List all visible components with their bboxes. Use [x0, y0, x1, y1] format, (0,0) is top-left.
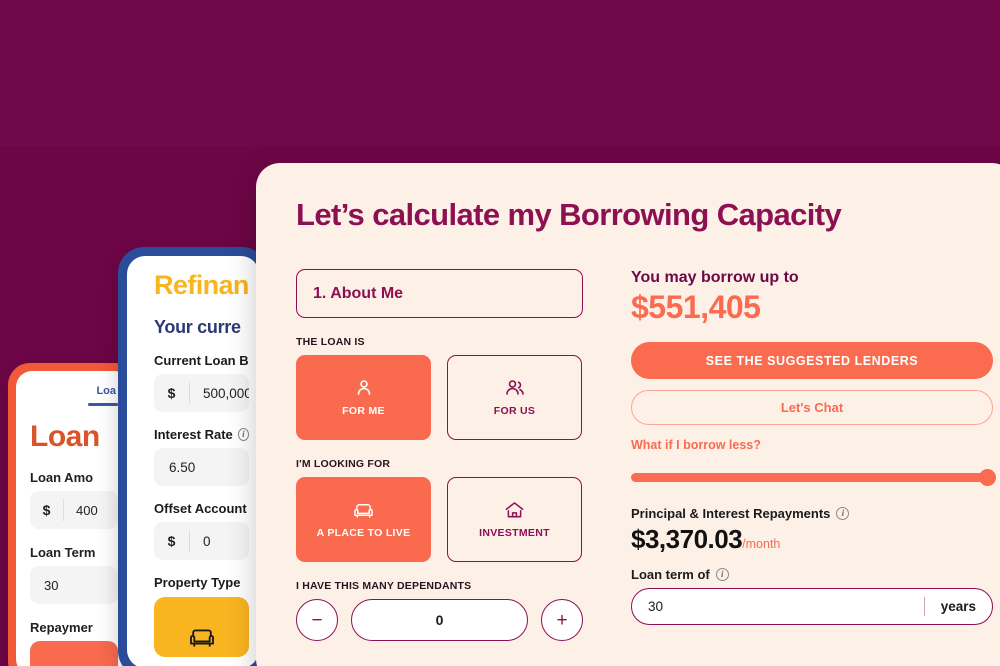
current-loan-balance-label: Current Loan B: [154, 353, 249, 368]
info-icon[interactable]: i: [237, 428, 249, 441]
refinance-card-inner: Refinan Your curre Current Loan B $ 500,…: [127, 256, 259, 666]
interest-rate-field[interactable]: 6.50: [154, 448, 249, 486]
loan-is-options: FOR ME FOR US: [296, 355, 583, 440]
repayments-period: /month: [742, 537, 781, 551]
lets-chat-button[interactable]: Let's Chat: [631, 390, 993, 425]
looking-for-options: A PLACE TO LIVE INVESTMENT: [296, 477, 583, 562]
repayments-label: Principal & Interest Repayments i: [631, 506, 993, 521]
loan-amount-field[interactable]: $ 400: [30, 491, 118, 529]
info-icon[interactable]: i: [836, 507, 850, 520]
dependants-stepper: − 0 +: [296, 599, 583, 641]
slider-thumb[interactable]: [979, 469, 996, 486]
refinance-brand-title: Refinan: [154, 270, 249, 300]
person-icon: [354, 378, 374, 398]
im-looking-for-label: I'M LOOKING FOR: [296, 458, 391, 470]
loan-term-value: 30: [44, 577, 59, 593]
repayments-amount-value: $3,370.03: [631, 524, 743, 554]
offset-account-label: Offset Account: [154, 501, 247, 516]
loan-amount-label: Loan Amo: [30, 470, 94, 485]
currency-symbol: $: [154, 530, 190, 552]
house-icon: [504, 500, 525, 520]
loan-card-inner: Loa Loan Loan Amo $ 400 Loan Term 30 Rep…: [16, 371, 130, 666]
repayments-amount: $3,370.03 /month: [631, 524, 993, 555]
property-type-label: Property Type: [154, 575, 241, 590]
sofa-icon: [188, 626, 216, 653]
the-loan-is-label: THE LOAN IS: [296, 336, 365, 348]
slider-track[interactable]: [631, 473, 993, 482]
refinance-subtitle: Your curre: [154, 317, 241, 337]
interest-rate-value: 6.50: [169, 459, 196, 475]
tab-loan[interactable]: Loa: [96, 385, 116, 397]
page-title: Let’s calculate my Borrowing Capacity: [296, 197, 842, 232]
screenshot-stage: Loa Loan Loan Amo $ 400 Loan Term 30 Rep…: [0, 0, 1000, 666]
background-top-band: [0, 0, 1000, 146]
loan-term-label-text: Loan term of: [631, 567, 710, 582]
current-loan-balance-field[interactable]: $ 500,000: [154, 374, 249, 412]
refinance-calculator-card[interactable]: Refinan Your curre Current Loan B $ 500,…: [118, 247, 268, 666]
repayments-label-text: Principal & Interest Repayments: [631, 506, 831, 521]
repayment-option-chip[interactable]: [30, 641, 118, 666]
interest-rate-label-text: Interest Rate: [154, 427, 233, 442]
about-me-column: 1. About Me THE LOAN IS FOR ME FOR US I'…: [296, 269, 583, 641]
loan-card-tabbar[interactable]: Loa: [30, 385, 118, 397]
repayment-label: Repaymer: [30, 620, 93, 635]
sofa-icon: [352, 501, 375, 520]
see-suggested-lenders-button[interactable]: SEE THE SUGGESTED LENDERS: [631, 342, 993, 379]
currency-symbol: $: [30, 499, 64, 521]
info-icon[interactable]: i: [715, 568, 729, 581]
option-for-us[interactable]: FOR US: [447, 355, 582, 440]
option-for-me[interactable]: FOR ME: [296, 355, 431, 440]
loan-term-label: Loan term of i: [631, 567, 993, 582]
borrow-caption: You may borrow up to: [631, 269, 799, 286]
loan-term-input[interactable]: 30 years: [631, 588, 993, 625]
borrow-less-link[interactable]: What if I borrow less?: [631, 438, 993, 452]
option-investment[interactable]: INVESTMENT: [447, 477, 582, 562]
step-1-about-me[interactable]: 1. About Me: [296, 269, 583, 318]
option-a-place-to-live-label: A PLACE TO LIVE: [316, 526, 411, 539]
current-loan-balance-value: 500,000: [203, 385, 249, 401]
main-columns: 1. About Me THE LOAN IS FOR ME FOR US I'…: [296, 269, 1000, 641]
option-a-place-to-live[interactable]: A PLACE TO LIVE: [296, 477, 431, 562]
loan-term-value: 30: [648, 599, 664, 614]
dependants-value[interactable]: 0: [351, 599, 528, 641]
currency-symbol: $: [154, 382, 190, 404]
offset-account-value: 0: [203, 533, 211, 549]
offset-account-field[interactable]: $ 0: [154, 522, 249, 560]
option-for-us-label: FOR US: [493, 405, 536, 417]
loan-card-title: Loan: [30, 420, 100, 453]
people-icon: [504, 378, 526, 398]
borrow-amount: $551,405: [631, 289, 761, 325]
property-type-option-chip[interactable]: [154, 597, 249, 657]
loan-term-label: Loan Term: [30, 545, 96, 560]
borrow-amount-slider[interactable]: [631, 469, 996, 486]
dependants-label: I HAVE THIS MANY DEPENDANTS: [296, 580, 472, 592]
loan-term-unit: years: [923, 597, 992, 616]
loan-term-field[interactable]: 30: [30, 566, 118, 604]
option-investment-label: INVESTMENT: [479, 527, 550, 539]
dependants-increment-button[interactable]: +: [541, 599, 583, 641]
dependants-decrement-button[interactable]: −: [296, 599, 338, 641]
results-column: You may borrow up to $551,405 SEE THE SU…: [631, 269, 996, 641]
tab-active-underline: [88, 403, 118, 406]
borrowing-capacity-card: Let’s calculate my Borrowing Capacity 1.…: [256, 163, 1000, 666]
interest-rate-label: Interest Rate i: [154, 427, 249, 442]
loan-amount-value: 400: [76, 502, 98, 518]
option-for-me-label: FOR ME: [342, 405, 385, 417]
